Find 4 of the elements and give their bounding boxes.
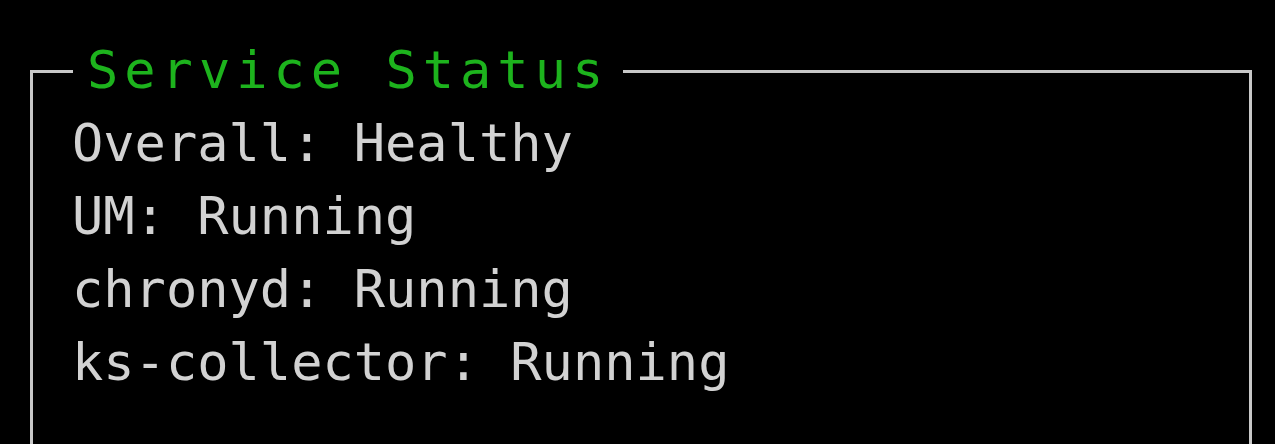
status-line: UM: Running	[72, 185, 417, 248]
status-line: chronyd: Running	[72, 258, 573, 321]
status-line: Overall: Healthy	[72, 112, 573, 175]
status-line: ks-collector: Running	[72, 331, 730, 394]
